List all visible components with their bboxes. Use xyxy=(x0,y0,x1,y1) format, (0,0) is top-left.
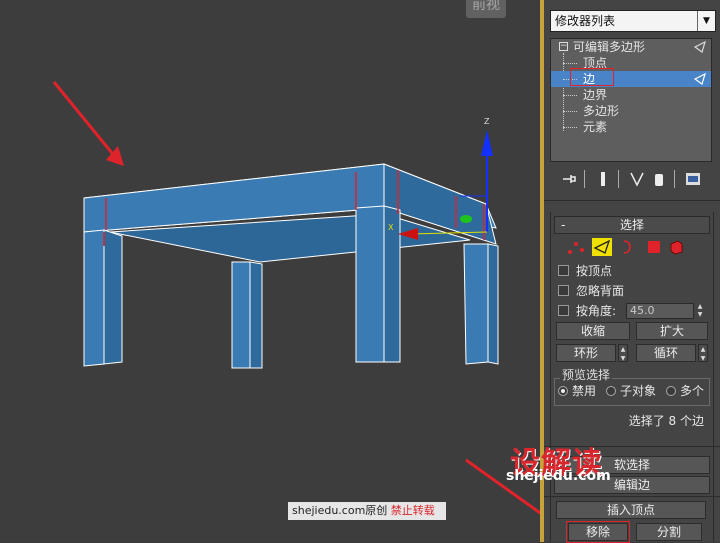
ignore-backfacing-checkbox[interactable] xyxy=(558,285,569,296)
modifier-list-label: 修改器列表 xyxy=(555,14,616,28)
collapse-icon[interactable]: − xyxy=(559,42,568,51)
tree-tick xyxy=(563,95,577,96)
polygon-level-icon[interactable] xyxy=(644,238,664,256)
stack-toolbar xyxy=(550,170,716,190)
divider xyxy=(544,496,720,497)
shrink-button[interactable]: 收缩 xyxy=(556,322,630,340)
grow-button[interactable]: 扩大 xyxy=(636,322,708,340)
edge-level-icon[interactable] xyxy=(592,238,612,256)
watermark-url: shejiedu.com xyxy=(506,468,611,484)
angle-spinner-field[interactable]: 45.0 xyxy=(626,303,694,319)
stack-item-polygon[interactable]: 多边形 xyxy=(551,103,711,119)
selection-rollout-header[interactable]: - 选择 xyxy=(554,216,710,234)
tree-tick xyxy=(563,111,577,112)
insert-vertex-button[interactable]: 插入顶点 xyxy=(556,501,706,519)
highlight-box-edge xyxy=(570,68,614,86)
preview-selection-title: 预览选择 xyxy=(560,366,613,383)
element-level-icon[interactable] xyxy=(666,238,686,256)
svg-text:Z: Z xyxy=(484,117,490,126)
toolbar-separator xyxy=(584,170,585,188)
stack-item-element[interactable]: 元素 xyxy=(551,119,711,135)
make-unique-icon[interactable] xyxy=(628,170,646,188)
credit-site: shejiedu.com原创 xyxy=(292,504,388,517)
table-model: Z X xyxy=(52,81,540,515)
tree-tick xyxy=(563,127,577,128)
selection-status: 选择了 8 个边 xyxy=(628,414,704,428)
stack-item-border[interactable]: 边界 xyxy=(551,87,711,103)
triangle-icon[interactable] xyxy=(693,40,707,54)
toolbar-separator xyxy=(618,170,619,188)
loop-shift-arrows[interactable]: ▲ ▼ xyxy=(698,344,708,362)
stack-item-editable-poly[interactable]: − 可编辑多边形 xyxy=(551,39,711,55)
loop-button[interactable]: 循环 xyxy=(636,344,696,362)
preview-off-radio[interactable] xyxy=(558,386,568,396)
pin-stack-icon[interactable] xyxy=(560,170,578,188)
preview-multi-radio[interactable] xyxy=(666,386,676,396)
by-angle-checkbox[interactable] xyxy=(558,305,569,316)
angle-spinner-arrows[interactable]: ▲ ▼ xyxy=(695,303,705,319)
credit-warning: 禁止转载 xyxy=(390,504,435,517)
divider xyxy=(544,200,720,201)
toolbar-separator xyxy=(674,170,675,188)
split-button[interactable]: 分割 xyxy=(636,523,702,541)
by-vertex-checkbox[interactable] xyxy=(558,265,569,276)
remove-modifier-icon[interactable] xyxy=(650,170,668,188)
viewport-front[interactable]: Z X 前视 xyxy=(0,0,540,542)
svg-text:X: X xyxy=(388,223,394,232)
viewport-label[interactable]: 前视 xyxy=(466,0,506,18)
subobject-level-buttons xyxy=(566,238,686,258)
vertex-level-icon[interactable] xyxy=(566,238,586,256)
chevron-down-icon[interactable]: ▼ xyxy=(697,11,715,31)
credit-label: shejiedu.com原创 禁止转载 xyxy=(288,502,446,520)
modifier-list-dropdown[interactable]: 修改器列表 ▼ xyxy=(550,10,716,32)
highlight-box-remove xyxy=(566,521,630,543)
modifier-stack[interactable]: − 可编辑多边形 顶点 边 边界 多边形 元素 xyxy=(550,38,712,162)
configure-sets-icon[interactable] xyxy=(684,170,702,188)
preview-subobject-radio[interactable] xyxy=(606,386,616,396)
ring-button[interactable]: 环形 xyxy=(556,344,616,362)
show-end-result-icon[interactable] xyxy=(594,170,612,188)
border-level-icon[interactable] xyxy=(618,238,638,256)
tree-tick xyxy=(563,63,577,64)
ring-shift-arrows[interactable]: ▲ ▼ xyxy=(618,344,628,362)
triangle-icon xyxy=(693,72,706,85)
